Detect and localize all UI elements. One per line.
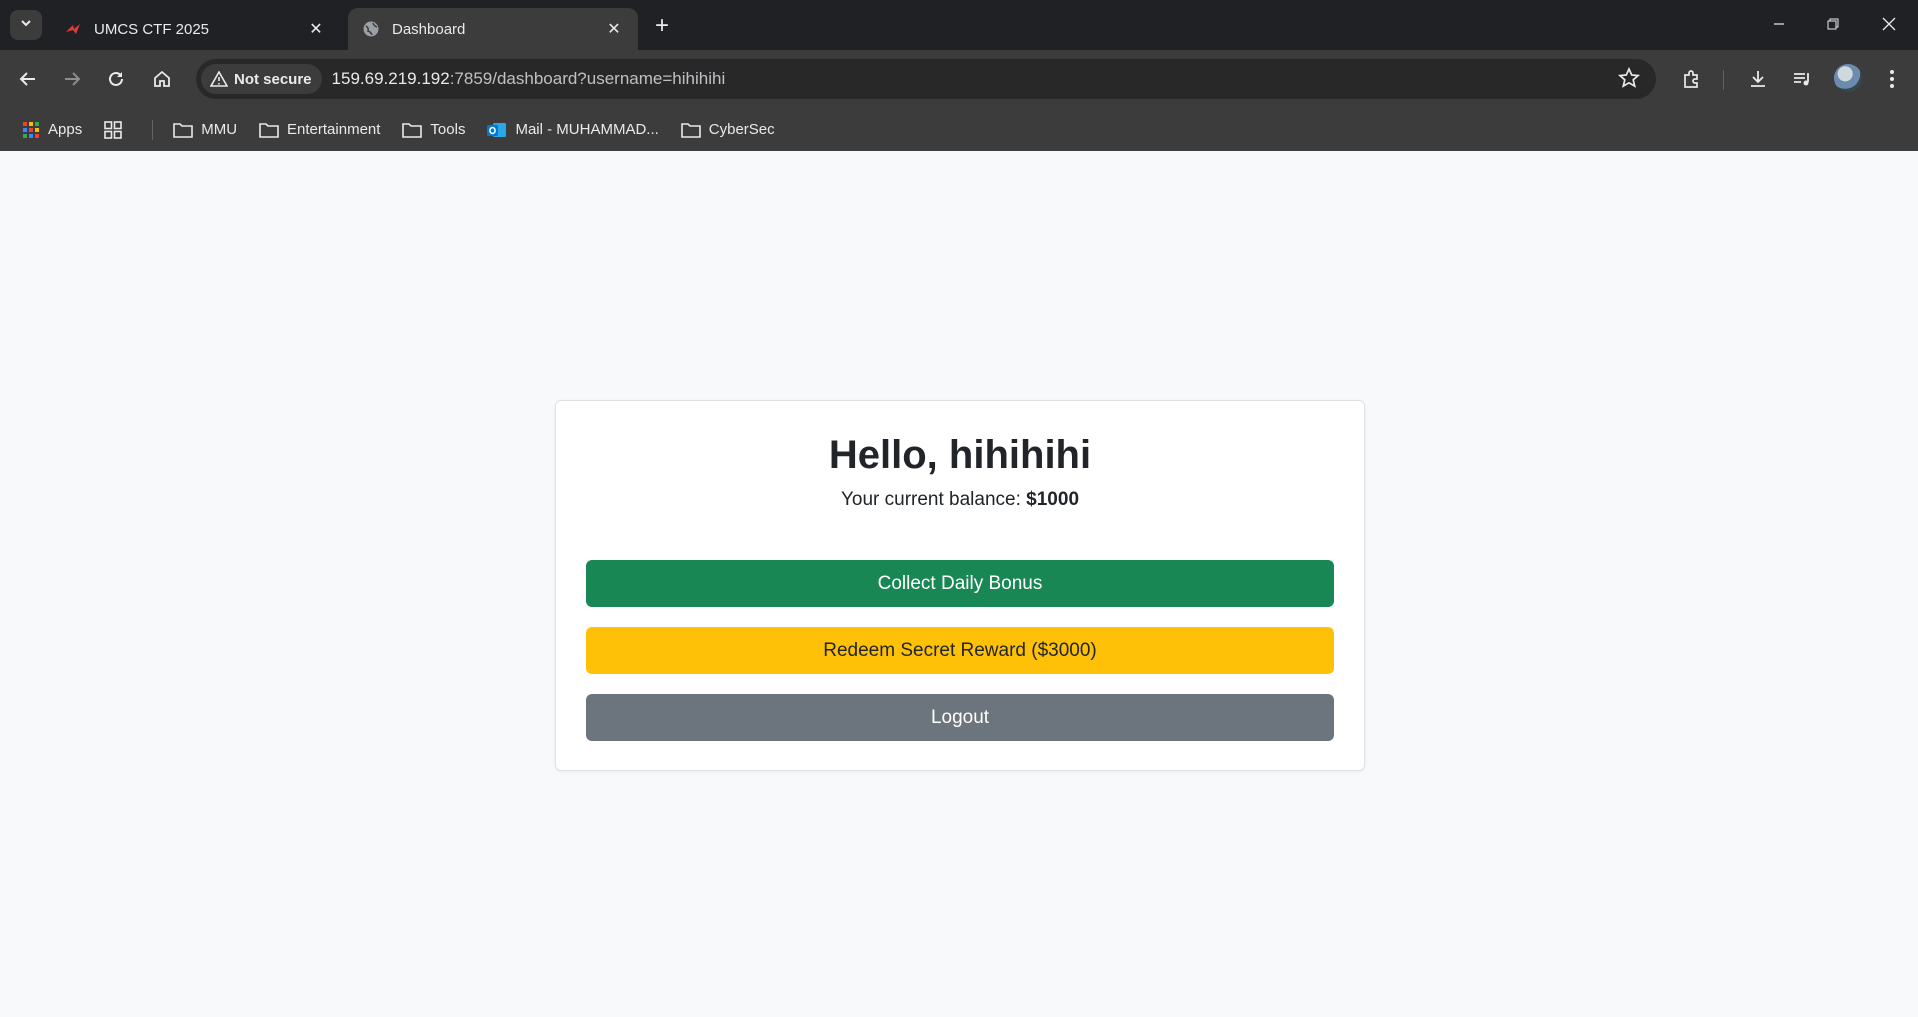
tab-umcs-ctf[interactable]: UMCS CTF 2025 ✕ [50, 8, 340, 50]
tab-title: Dashboard [392, 20, 466, 38]
close-tab-icon[interactable]: ✕ [306, 19, 326, 39]
chevron-down-icon [19, 16, 33, 35]
folder-icon [680, 122, 701, 138]
reload-icon[interactable] [100, 63, 132, 95]
bookmark-folder-cybersec[interactable]: CyberSec [680, 121, 775, 138]
extensions-puzzle-icon[interactable] [1676, 63, 1708, 95]
redeem-secret-reward-button[interactable]: Redeem Secret Reward ($3000) [586, 627, 1334, 674]
umcs-favicon-icon [64, 20, 82, 38]
back-arrow-icon[interactable] [12, 63, 44, 95]
folder-icon [402, 122, 423, 138]
bookmark-label: Entertainment [287, 121, 381, 138]
new-tab-button[interactable]: + [648, 12, 676, 40]
bookmark-apps[interactable]: Apps [22, 121, 82, 139]
outlook-icon [487, 121, 507, 139]
tab-dashboard[interactable]: Dashboard ✕ [348, 8, 638, 50]
browser-tab-bar: UMCS CTF 2025 ✕ Dashboard ✕ + [0, 0, 1918, 50]
profile-avatar[interactable] [1834, 64, 1862, 92]
bookmark-label: Tools [430, 121, 466, 138]
home-icon[interactable] [146, 63, 178, 95]
close-window-icon[interactable] [1866, 8, 1912, 40]
browser-toolbar: Not secure 159.69.219.192:7859/dashboard… [0, 50, 1918, 108]
logout-button[interactable]: Logout [586, 694, 1334, 741]
security-indicator[interactable]: Not secure [201, 64, 322, 94]
collect-daily-bonus-button[interactable]: Collect Daily Bonus [586, 560, 1334, 607]
tab-search-button[interactable] [10, 10, 42, 40]
bookmarks-bar: Apps MMU Entertainment Tools Mail - MUHA… [0, 108, 1918, 151]
globe-icon [362, 20, 380, 38]
dashboard-card: Hello, hihihihi Your current balance: $1… [555, 400, 1365, 771]
bookmark-folder-mmu[interactable]: MMU [173, 121, 237, 138]
folder-icon [173, 122, 194, 138]
balance-text: Your current balance: $1000 [556, 489, 1364, 511]
url-path: :7859/dashboard?username=hihihihi [449, 69, 726, 88]
tab-title: UMCS CTF 2025 [94, 20, 210, 38]
security-label: Not secure [234, 70, 312, 88]
warning-triangle-icon [210, 71, 228, 87]
balance-label: Your current balance: [840, 489, 1027, 510]
tab-groups-icon [104, 120, 123, 139]
bookmark-star-icon[interactable] [1618, 67, 1640, 89]
minimize-icon[interactable] [1756, 8, 1802, 40]
bookmark-label: Mail - MUHAMMAD... [515, 121, 659, 138]
tab-groups-button[interactable] [104, 120, 130, 139]
bookmark-mail[interactable]: Mail - MUHAMMAD... [487, 121, 659, 139]
kebab-menu-icon[interactable] [1876, 63, 1908, 95]
toolbar-divider [1723, 70, 1724, 90]
page-viewport: Hello, hihihihi Your current balance: $1… [0, 151, 1918, 1017]
url-text[interactable]: 159.69.219.192:7859/dashboard?username=h… [332, 69, 726, 89]
url-host: 159.69.219.192 [331, 69, 450, 88]
address-bar[interactable]: Not secure 159.69.219.192:7859/dashboard… [196, 59, 1656, 99]
media-queue-icon[interactable] [1786, 63, 1818, 95]
bookmark-folder-entertainment[interactable]: Entertainment [259, 121, 380, 138]
download-icon[interactable] [1742, 63, 1774, 95]
balance-value: $1000 [1026, 489, 1080, 510]
close-tab-icon[interactable]: ✕ [604, 19, 624, 39]
bookmark-label: CyberSec [708, 121, 775, 138]
restore-icon[interactable] [1810, 8, 1856, 40]
forward-arrow-icon[interactable] [56, 63, 88, 95]
bookmark-label: MMU [201, 121, 238, 138]
bookmark-label: Apps [48, 121, 83, 138]
apps-grid-icon [22, 121, 40, 139]
bookmarks-divider [152, 119, 154, 140]
bookmark-folder-tools[interactable]: Tools [402, 121, 465, 138]
folder-icon [259, 122, 279, 138]
greeting-heading: Hello, hihihihi [828, 433, 1092, 477]
